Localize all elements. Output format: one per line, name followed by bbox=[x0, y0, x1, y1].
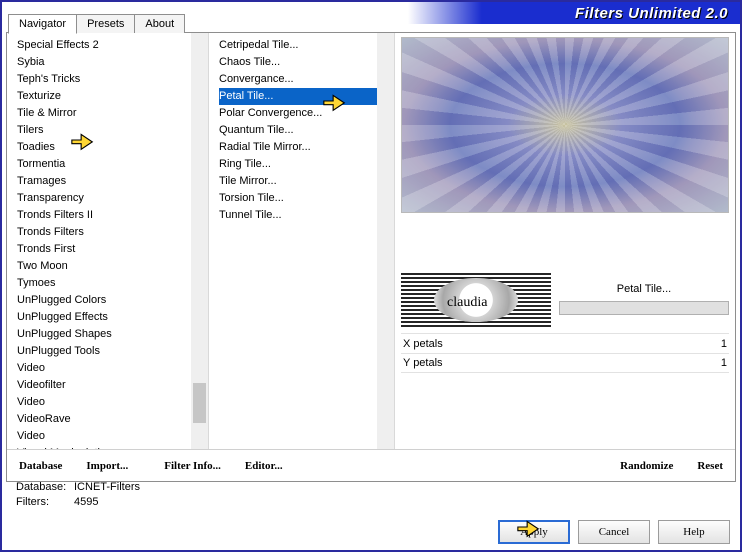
content-panel: Special Effects 2SybiaTeph's TricksTextu… bbox=[6, 32, 736, 482]
filter-column: Cetripedal Tile...Chaos Tile...Convergan… bbox=[209, 33, 395, 449]
tab-presets[interactable]: Presets bbox=[76, 14, 135, 33]
category-item[interactable]: Transparency bbox=[17, 190, 191, 207]
cancel-button[interactable]: Cancel bbox=[578, 520, 650, 544]
database-button[interactable]: Database bbox=[7, 454, 74, 478]
category-item[interactable]: Toadies bbox=[17, 139, 191, 156]
category-item[interactable]: Tronds Filters bbox=[17, 224, 191, 241]
apply-button[interactable]: Apply bbox=[498, 520, 570, 544]
filter-item[interactable]: Tile Mirror... bbox=[219, 173, 377, 190]
param-value: 1 bbox=[721, 338, 727, 350]
filter-item[interactable]: Quantum Tile... bbox=[219, 122, 377, 139]
filter-item[interactable]: Cetripedal Tile... bbox=[219, 37, 377, 54]
filter-item[interactable]: Convergance... bbox=[219, 71, 377, 88]
filter-item[interactable]: Radial Tile Mirror... bbox=[219, 139, 377, 156]
parameter-table: X petals 1 Y petals 1 bbox=[401, 333, 729, 373]
category-scrollbar[interactable] bbox=[191, 33, 208, 449]
filter-scrollbar[interactable] bbox=[377, 33, 394, 449]
window-title: Filters Unlimited 2.0 bbox=[575, 5, 728, 22]
filter-item[interactable]: Chaos Tile... bbox=[219, 54, 377, 71]
preview-image bbox=[401, 37, 729, 213]
category-item[interactable]: Special Effects 2 bbox=[17, 37, 191, 54]
category-list[interactable]: Special Effects 2SybiaTeph's TricksTextu… bbox=[7, 33, 191, 449]
progress-bar bbox=[559, 301, 729, 315]
filter-item[interactable]: Tunnel Tile... bbox=[219, 207, 377, 224]
category-item[interactable]: Texturize bbox=[17, 88, 191, 105]
watermark-text: claudia bbox=[447, 295, 487, 311]
status-filters-label: Filters: bbox=[16, 495, 74, 510]
editor-button[interactable]: Editor... bbox=[233, 454, 295, 478]
category-item[interactable]: Videofilter bbox=[17, 377, 191, 394]
tab-strip: Navigator Presets About bbox=[8, 14, 184, 33]
randomize-button[interactable]: Randomize bbox=[608, 454, 685, 478]
category-item[interactable]: Teph's Tricks bbox=[17, 71, 191, 88]
param-name: Y petals bbox=[403, 357, 443, 369]
main-area: Special Effects 2SybiaTeph's TricksTextu… bbox=[7, 33, 735, 449]
scroll-thumb[interactable] bbox=[193, 383, 206, 423]
category-item[interactable]: Tormentia bbox=[17, 156, 191, 173]
status-db-label: Database: bbox=[16, 480, 74, 495]
preview-column: claudia Petal Tile... X petals 1 Y petals 1 bbox=[395, 33, 735, 449]
tab-about[interactable]: About bbox=[134, 14, 185, 33]
window: Filters Unlimited 2.0 Navigator Presets … bbox=[0, 0, 742, 552]
action-row: Apply Cancel Help bbox=[498, 520, 730, 544]
help-button[interactable]: Help bbox=[658, 520, 730, 544]
reset-button[interactable]: Reset bbox=[685, 454, 735, 478]
category-item[interactable]: VideoRave bbox=[17, 411, 191, 428]
category-item[interactable]: UnPlugged Shapes bbox=[17, 326, 191, 343]
status-bar: Database:ICNET-Filters Filters:4595 bbox=[16, 480, 140, 510]
category-item[interactable]: Video bbox=[17, 394, 191, 411]
filter-item[interactable]: Petal Tile... bbox=[219, 88, 377, 105]
category-item[interactable]: Tronds First bbox=[17, 241, 191, 258]
category-item[interactable]: Video bbox=[17, 428, 191, 445]
status-filters-value: 4595 bbox=[74, 496, 98, 508]
category-item[interactable]: Tymoes bbox=[17, 275, 191, 292]
filter-list[interactable]: Cetripedal Tile...Chaos Tile...Convergan… bbox=[209, 33, 377, 449]
category-item[interactable]: Tilers bbox=[17, 122, 191, 139]
param-value: 1 bbox=[721, 357, 727, 369]
import-button[interactable]: Import... bbox=[74, 454, 140, 478]
current-filter-label: Petal Tile... bbox=[559, 279, 729, 299]
category-item[interactable]: UnPlugged Colors bbox=[17, 292, 191, 309]
status-db-value: ICNET-Filters bbox=[74, 481, 140, 493]
category-item[interactable]: Tramages bbox=[17, 173, 191, 190]
category-item[interactable]: Tile & Mirror bbox=[17, 105, 191, 122]
toolbar: Database Import... Filter Info... Editor… bbox=[7, 449, 735, 481]
category-item[interactable]: UnPlugged Effects bbox=[17, 309, 191, 326]
tab-navigator[interactable]: Navigator bbox=[8, 14, 77, 34]
category-item[interactable]: Sybia bbox=[17, 54, 191, 71]
filter-info-button[interactable]: Filter Info... bbox=[152, 454, 233, 478]
category-item[interactable]: UnPlugged Tools bbox=[17, 343, 191, 360]
filter-item[interactable]: Polar Convergence... bbox=[219, 105, 377, 122]
filter-item[interactable]: Ring Tile... bbox=[219, 156, 377, 173]
param-row[interactable]: Y petals 1 bbox=[401, 353, 729, 373]
param-name: X petals bbox=[403, 338, 443, 350]
category-item[interactable]: Video bbox=[17, 360, 191, 377]
category-item[interactable]: Tronds Filters II bbox=[17, 207, 191, 224]
category-item[interactable]: Two Moon bbox=[17, 258, 191, 275]
category-column: Special Effects 2SybiaTeph's TricksTextu… bbox=[7, 33, 209, 449]
param-row[interactable]: X petals 1 bbox=[401, 333, 729, 353]
filter-item[interactable]: Torsion Tile... bbox=[219, 190, 377, 207]
